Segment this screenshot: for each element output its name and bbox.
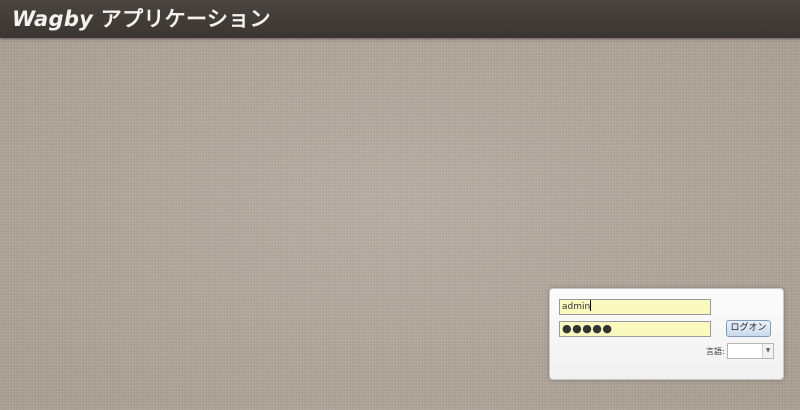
username-field[interactable]: admin [559,299,711,315]
app-title: Wagby アプリケーション [12,3,271,33]
username-value: admin [562,302,591,312]
login-panel: admin ●●●●● ログオン 言語: ▼ [549,288,784,380]
login-button[interactable]: ログオン [726,320,771,337]
password-value: ●●●●● [562,322,613,335]
text-caret [590,300,592,311]
app-header: Wagby アプリケーション [0,0,800,38]
chevron-down-icon[interactable]: ▼ [762,344,773,358]
app-title-suffix: アプリケーション [93,7,271,31]
password-field[interactable]: ●●●●● [559,321,711,337]
language-label: 言語: [706,347,725,356]
language-select[interactable]: ▼ [727,343,774,359]
app-brand: Wagby [12,7,94,31]
